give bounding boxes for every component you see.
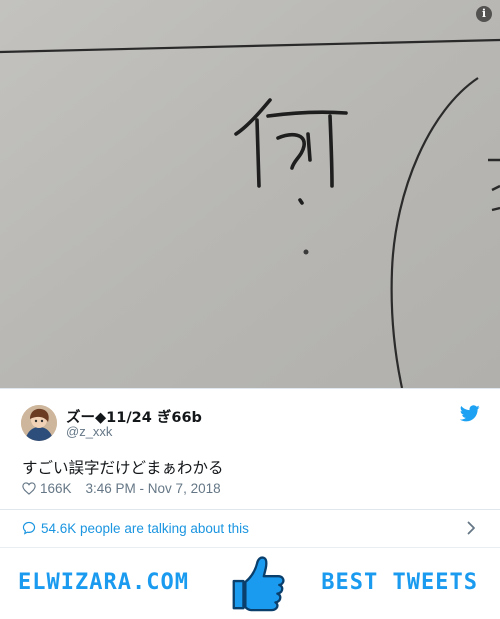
user-handle[interactable]: @z_xxk	[66, 424, 112, 439]
thumbs-up-icon	[232, 556, 285, 612]
tweet-text: すごい誤字だけどまぁわかる	[22, 459, 224, 477]
info-icon[interactable]: i	[476, 6, 492, 22]
chat-bubble-icon	[22, 521, 36, 535]
tweet-card: ズー◆11/24 ぎ66b @z_xxk すごい誤字だけどまぁわかる 166K …	[0, 388, 500, 546]
chevron-right-icon[interactable]	[467, 521, 476, 535]
brand-footer: ELWIZARA.COM BEST TWEETS	[0, 547, 500, 619]
conversation-link[interactable]: 54.6K people are talking about this	[0, 509, 500, 546]
tweet-timestamp[interactable]: 3:46 PM - Nov 7, 2018	[86, 481, 221, 496]
avatar[interactable]	[21, 405, 57, 441]
twitter-bird-icon[interactable]	[460, 405, 480, 422]
site-brand[interactable]: ELWIZARA.COM	[18, 570, 189, 595]
handwritten-note-image	[0, 0, 500, 388]
like-count[interactable]: 166K	[40, 481, 72, 496]
tweet-meta: 166K 3:46 PM - Nov 7, 2018	[22, 481, 221, 496]
conversation-count-text[interactable]: 54.6K people are talking about this	[41, 521, 249, 536]
best-tweets-label: BEST TWEETS	[321, 570, 478, 595]
heart-icon[interactable]	[22, 482, 36, 495]
tweet-photo[interactable]: i	[0, 0, 500, 388]
